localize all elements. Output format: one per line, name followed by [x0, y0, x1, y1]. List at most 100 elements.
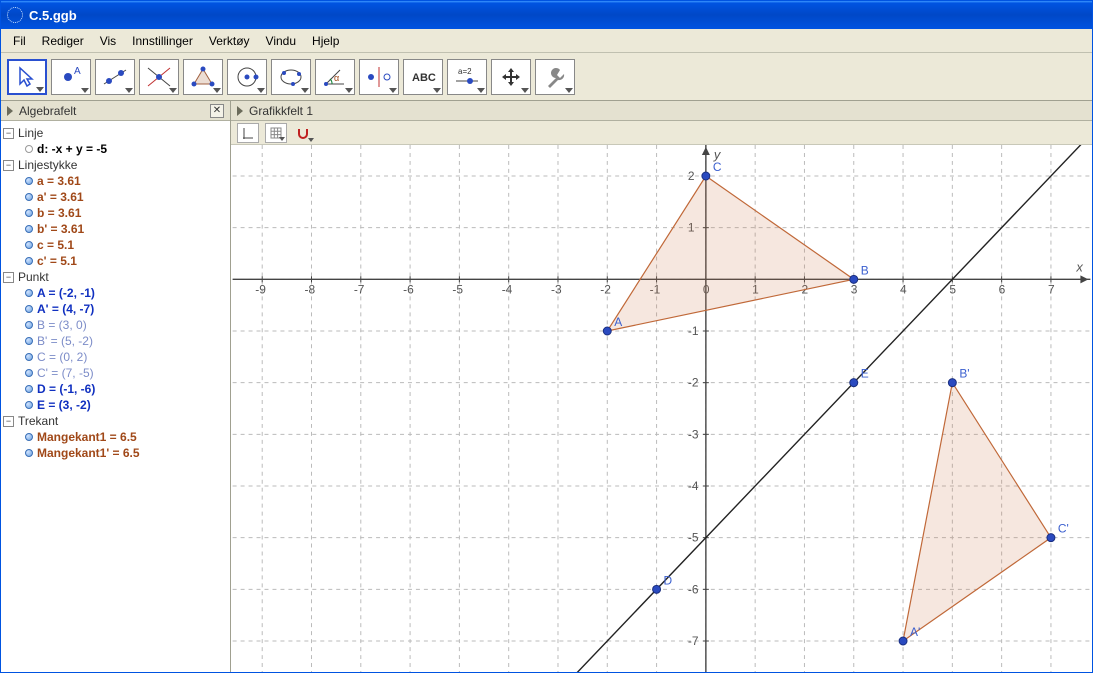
svg-text:A: A: [74, 66, 81, 77]
perpendicular-tool[interactable]: [139, 59, 179, 95]
axes-toggle-button[interactable]: [237, 123, 259, 143]
point[interactable]: [603, 327, 611, 335]
tree-item[interactable]: Mangekant1' = 6.5: [3, 445, 228, 461]
tree-item[interactable]: D = (-1, -6): [3, 381, 228, 397]
pan-tool[interactable]: [491, 59, 531, 95]
tree-item[interactable]: A' = (4, -7): [3, 301, 228, 317]
tree-item-label: C = (0, 2): [37, 349, 87, 365]
menubar: FilRedigerVisInnstillingerVerktøyVinduHj…: [1, 29, 1092, 53]
tree-item[interactable]: B' = (5, -2): [3, 333, 228, 349]
tree-item-label: b' = 3.61: [37, 221, 84, 237]
point[interactable]: [653, 585, 661, 593]
tree-item[interactable]: b' = 3.61: [3, 221, 228, 237]
point[interactable]: [702, 172, 710, 180]
tree-item-label: Mangekant1' = 6.5: [37, 445, 140, 461]
svg-text:ABC: ABC: [412, 72, 436, 84]
tree-item[interactable]: C = (0, 2): [3, 349, 228, 365]
grid-toggle-button[interactable]: [265, 123, 287, 143]
point[interactable]: [948, 379, 956, 387]
polygon-tool[interactable]: [183, 59, 223, 95]
tree-item-label: B' = (5, -2): [37, 333, 93, 349]
close-icon[interactable]: ✕: [210, 104, 224, 118]
tree-item-label: a' = 3.61: [37, 189, 84, 205]
graphics-panel-title: Grafikkfelt 1: [249, 104, 313, 118]
tree-item[interactable]: c = 5.1: [3, 237, 228, 253]
tree-item[interactable]: Mangekant1 = 6.5: [3, 429, 228, 445]
tree-item-label: B = (3, 0): [37, 317, 87, 333]
svg-text:-4: -4: [502, 282, 513, 296]
svg-text:7: 7: [1048, 282, 1055, 296]
svg-text:-7: -7: [354, 282, 365, 296]
point[interactable]: [850, 379, 858, 387]
triangle[interactable]: [903, 383, 1051, 641]
algebra-panel: Algebrafelt ✕ −Linjed: -x + y = -5−Linje…: [1, 101, 231, 672]
graphics-canvas[interactable]: -9-8-7-6-5-4-3-2-101234567-7-6-5-4-3-2-1…: [231, 145, 1092, 672]
algebra-tree[interactable]: −Linjed: -x + y = -5−Linjestykkea = 3.61…: [1, 121, 230, 672]
point-tool[interactable]: A: [51, 59, 91, 95]
tree-item-label: d: -x + y = -5: [37, 141, 107, 157]
slider-tool[interactable]: a=2: [447, 59, 487, 95]
tree-item-label: C' = (7, -5): [37, 365, 94, 381]
reflect-tool[interactable]: [359, 59, 399, 95]
collapse-icon[interactable]: [7, 106, 13, 116]
point-label: C': [1058, 522, 1069, 536]
tree-group[interactable]: −Linjestykke: [3, 157, 228, 173]
svg-text:-2: -2: [600, 282, 611, 296]
svg-text:6: 6: [999, 282, 1006, 296]
tree-item-label: b = 3.61: [37, 205, 81, 221]
menu-vindu[interactable]: Vindu: [258, 32, 304, 50]
tree-item[interactable]: b = 3.61: [3, 205, 228, 221]
svg-text:-5: -5: [452, 282, 463, 296]
text-tool[interactable]: ABC: [403, 59, 443, 95]
point[interactable]: [899, 637, 907, 645]
tree-item[interactable]: E = (3, -2): [3, 397, 228, 413]
menu-verktøy[interactable]: Verktøy: [201, 32, 258, 50]
point-label: A': [910, 625, 920, 639]
circle-tool[interactable]: [227, 59, 267, 95]
svg-text:-7: -7: [688, 634, 699, 648]
tree-item[interactable]: a' = 3.61: [3, 189, 228, 205]
tree-group[interactable]: −Trekant: [3, 413, 228, 429]
snap-button[interactable]: [293, 123, 315, 143]
point-label: C: [713, 160, 722, 174]
menu-innstillinger[interactable]: Innstillinger: [124, 32, 201, 50]
menu-fil[interactable]: Fil: [5, 32, 34, 50]
angle-tool[interactable]: α: [315, 59, 355, 95]
svg-text:x: x: [1075, 259, 1083, 274]
ellipse-tool[interactable]: [271, 59, 311, 95]
tree-item[interactable]: A = (-2, -1): [3, 285, 228, 301]
tree-item[interactable]: B = (3, 0): [3, 317, 228, 333]
toolbar: Aα ABC a=2: [1, 53, 1092, 101]
svg-text:a=2: a=2: [458, 67, 472, 76]
tree-group[interactable]: −Punkt: [3, 269, 228, 285]
tree-item-label: D = (-1, -6): [37, 381, 95, 397]
line-tool[interactable]: [95, 59, 135, 95]
svg-text:-3: -3: [551, 282, 562, 296]
triangle[interactable]: [607, 176, 853, 331]
tree-item-label: E = (3, -2): [37, 397, 91, 413]
graphics-panel: Grafikkfelt 1 -9-8-7-6-5-4-3-2-101234567…: [231, 101, 1092, 672]
graphics-toolbar: [231, 121, 1092, 145]
tree-item[interactable]: d: -x + y = -5: [3, 141, 228, 157]
svg-text:-8: -8: [305, 282, 316, 296]
svg-text:4: 4: [900, 282, 907, 296]
point-label: B': [959, 367, 969, 381]
menu-vis[interactable]: Vis: [92, 32, 124, 50]
collapse-icon[interactable]: [237, 106, 243, 116]
tree-item[interactable]: c' = 5.1: [3, 253, 228, 269]
tree-item-label: c' = 5.1: [37, 253, 77, 269]
move-tool[interactable]: [7, 59, 47, 95]
algebra-panel-header: Algebrafelt ✕: [1, 101, 230, 121]
algebra-panel-title: Algebrafelt: [19, 104, 76, 118]
svg-text:-3: -3: [688, 427, 699, 441]
point[interactable]: [1047, 534, 1055, 542]
menu-rediger[interactable]: Rediger: [34, 32, 92, 50]
point[interactable]: [850, 275, 858, 283]
tree-item[interactable]: C' = (7, -5): [3, 365, 228, 381]
svg-text:α: α: [334, 73, 339, 83]
svg-text:-6: -6: [403, 282, 414, 296]
menu-hjelp[interactable]: Hjelp: [304, 32, 347, 50]
tree-group[interactable]: −Linje: [3, 125, 228, 141]
settings-tool[interactable]: [535, 59, 575, 95]
tree-item[interactable]: a = 3.61: [3, 173, 228, 189]
